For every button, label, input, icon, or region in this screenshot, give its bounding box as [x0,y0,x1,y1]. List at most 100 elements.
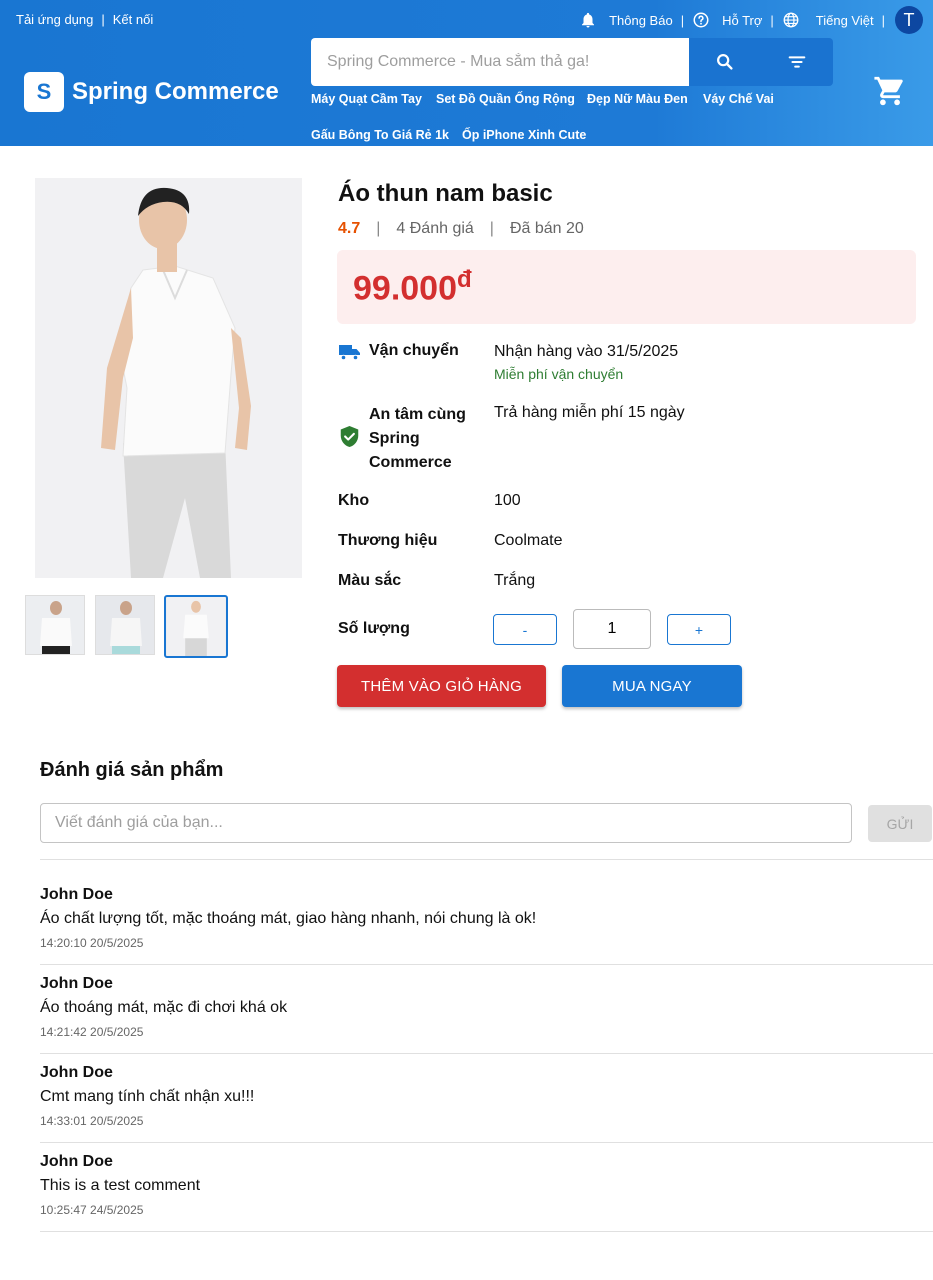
quantity-increase-button[interactable]: + [667,614,731,645]
price-value: 99.000 [353,269,457,308]
review-text: Cmt mang tính chất nhận xu!!! [40,1088,255,1105]
review-item: John Doe Áo thoáng mát, mặc đi chơi khá … [40,975,933,1039]
guarantee-label-line: Commerce [369,454,452,471]
review-item: John Doe Cmt mang tính chất nhận xu!!! 1… [40,1064,933,1128]
top-bar-separator: | [680,12,685,28]
review-author: John Doe [40,1153,113,1170]
shipping-label: Vận chuyển [369,342,459,359]
review-text: This is a test comment [40,1177,201,1194]
divider [40,859,933,860]
product-photo [35,178,302,578]
product-thumbnail[interactable] [95,595,155,655]
review-item: John Doe Áo chất lượng tốt, mặc thoáng m… [40,886,933,950]
buy-now-button[interactable]: MUA NGAY [562,665,742,707]
sold-count: Đã bán 20 [509,220,584,237]
top-bar-left: Tải ứng dụng | Kết nối [16,12,153,27]
connect-link[interactable]: Kết nối [113,12,153,27]
top-bar-separator: | [770,12,774,28]
guarantee-label-line: An tâm cùng [369,406,466,423]
language-label: Tiếng Việt [815,12,874,28]
brand-name: Spring Commerce [72,78,279,105]
quantity-label: Số lượng [338,620,410,637]
review-item: John Doe This is a test comment 10:25:47… [40,1153,933,1217]
review-time: 14:33:01 20/5/2025 [40,1114,144,1128]
send-review-button[interactable]: GỬI [868,805,932,842]
top-bar-separator: | [881,12,885,28]
download-app-link[interactable]: Tải ứng dụng [16,12,93,27]
product-title: Áo thun nam basic [338,180,553,207]
search-icon [717,54,733,70]
meta-divider: | [376,220,381,237]
filter-icon [788,56,806,68]
divider [40,1142,933,1143]
color-label: Màu sắc [338,572,402,589]
free-shipping-text: Miễn phí vận chuyển [494,366,624,382]
product-thumbnail[interactable] [25,595,85,655]
bell-icon [582,12,595,28]
language-selector[interactable]: Tiếng Việt [782,11,874,29]
guarantee-label: An tâm cùng Spring Commerce [369,403,466,475]
product-meta: 4.7 | 4 Đánh giá | Đã bán 20 [338,220,584,238]
thumbnail-photo [26,596,84,654]
keyword-link[interactable]: Váy Chế Vai [703,92,774,106]
review-text: Áo chất lượng tốt, mặc thoáng mát, giao … [40,910,537,927]
product-main-image[interactable] [35,178,302,578]
globe-icon [783,12,799,28]
keyword-link[interactable]: Set Đồ Quần Ống Rộng [436,92,575,106]
review-count: 4 Đánh giá [396,220,474,237]
review-author: John Doe [40,886,113,903]
review-author: John Doe [40,975,113,992]
review-input[interactable] [40,803,852,843]
review-author: John Doe [40,1064,113,1081]
review-time: 14:21:42 20/5/2025 [40,1025,144,1039]
review-time: 14:20:10 20/5/2025 [40,936,144,950]
brand-value: Coolmate [494,532,563,549]
search-button[interactable] [689,38,761,86]
meta-divider: | [489,220,494,237]
divider [40,1053,933,1054]
review-text: Áo thoáng mát, mặc đi chơi khá ok [40,999,288,1016]
truck-icon [339,345,360,361]
divider [40,964,933,965]
help-circle-icon [693,12,709,28]
site-header: Tải ứng dụng | Kết nối Thông Báo | Hỗ Tr… [0,0,933,146]
shipping-value: Nhận hàng vào 31/5/2025 [494,343,679,360]
quantity-decrease-button[interactable]: - [493,614,557,645]
search-input[interactable] [311,38,689,86]
keyword-link[interactable]: Máy Quạt Cầm Tay [311,92,422,106]
product-rating: 4.7 [338,220,361,237]
review-time: 10:25:47 24/5/2025 [40,1203,144,1217]
keyword-link[interactable]: Gấu Bông To Giá Rẻ 1k [311,128,449,142]
stock-value: 100 [494,492,521,509]
reviews-title: Đánh giá sản phẩm [40,759,224,781]
logo-mark: S [24,72,64,112]
stock-label: Kho [338,492,370,509]
top-bar: Tải ứng dụng | Kết nối Thông Báo | Hỗ Tr… [0,0,933,38]
price-box: 99.000đ [337,250,916,324]
guarantee-value: Trả hàng miễn phí 15 ngày [494,404,685,421]
brand-logo[interactable]: S Spring Commerce [24,72,279,112]
notifications-label: Thông Báo [609,12,673,28]
brand-label: Thương hiệu [338,532,438,549]
thumbnail-photo [96,596,154,654]
guarantee-label-line: Spring [369,430,420,447]
keyword-link[interactable]: Ốp iPhone Xinh Cute [462,128,586,142]
filter-button[interactable] [761,38,833,86]
search-bar [311,38,833,86]
product-thumbnail-active[interactable] [164,595,228,658]
add-to-cart-button[interactable]: THÊM VÀO GIỎ HÀNG [337,665,546,707]
quantity-input[interactable] [573,609,651,649]
notifications-link[interactable]: Thông Báo [579,11,673,29]
cart-icon[interactable] [873,74,907,108]
currency-symbol: đ [457,266,472,293]
keyword-link[interactable]: Đẹp Nữ Màu Đen [587,92,688,106]
product-price: 99.000đ [353,266,472,308]
support-label: Hỗ Trợ [722,12,763,28]
support-link[interactable]: Hỗ Trợ [692,11,762,29]
top-bar-separator: | [101,12,105,27]
shield-check-icon [340,426,359,447]
thumbnail-photo [166,597,226,656]
top-bar-right: Thông Báo | Hỗ Trợ | Tiếng Việt | T [579,6,923,34]
color-value: Trắng [494,572,536,589]
user-avatar[interactable]: T [895,6,923,34]
